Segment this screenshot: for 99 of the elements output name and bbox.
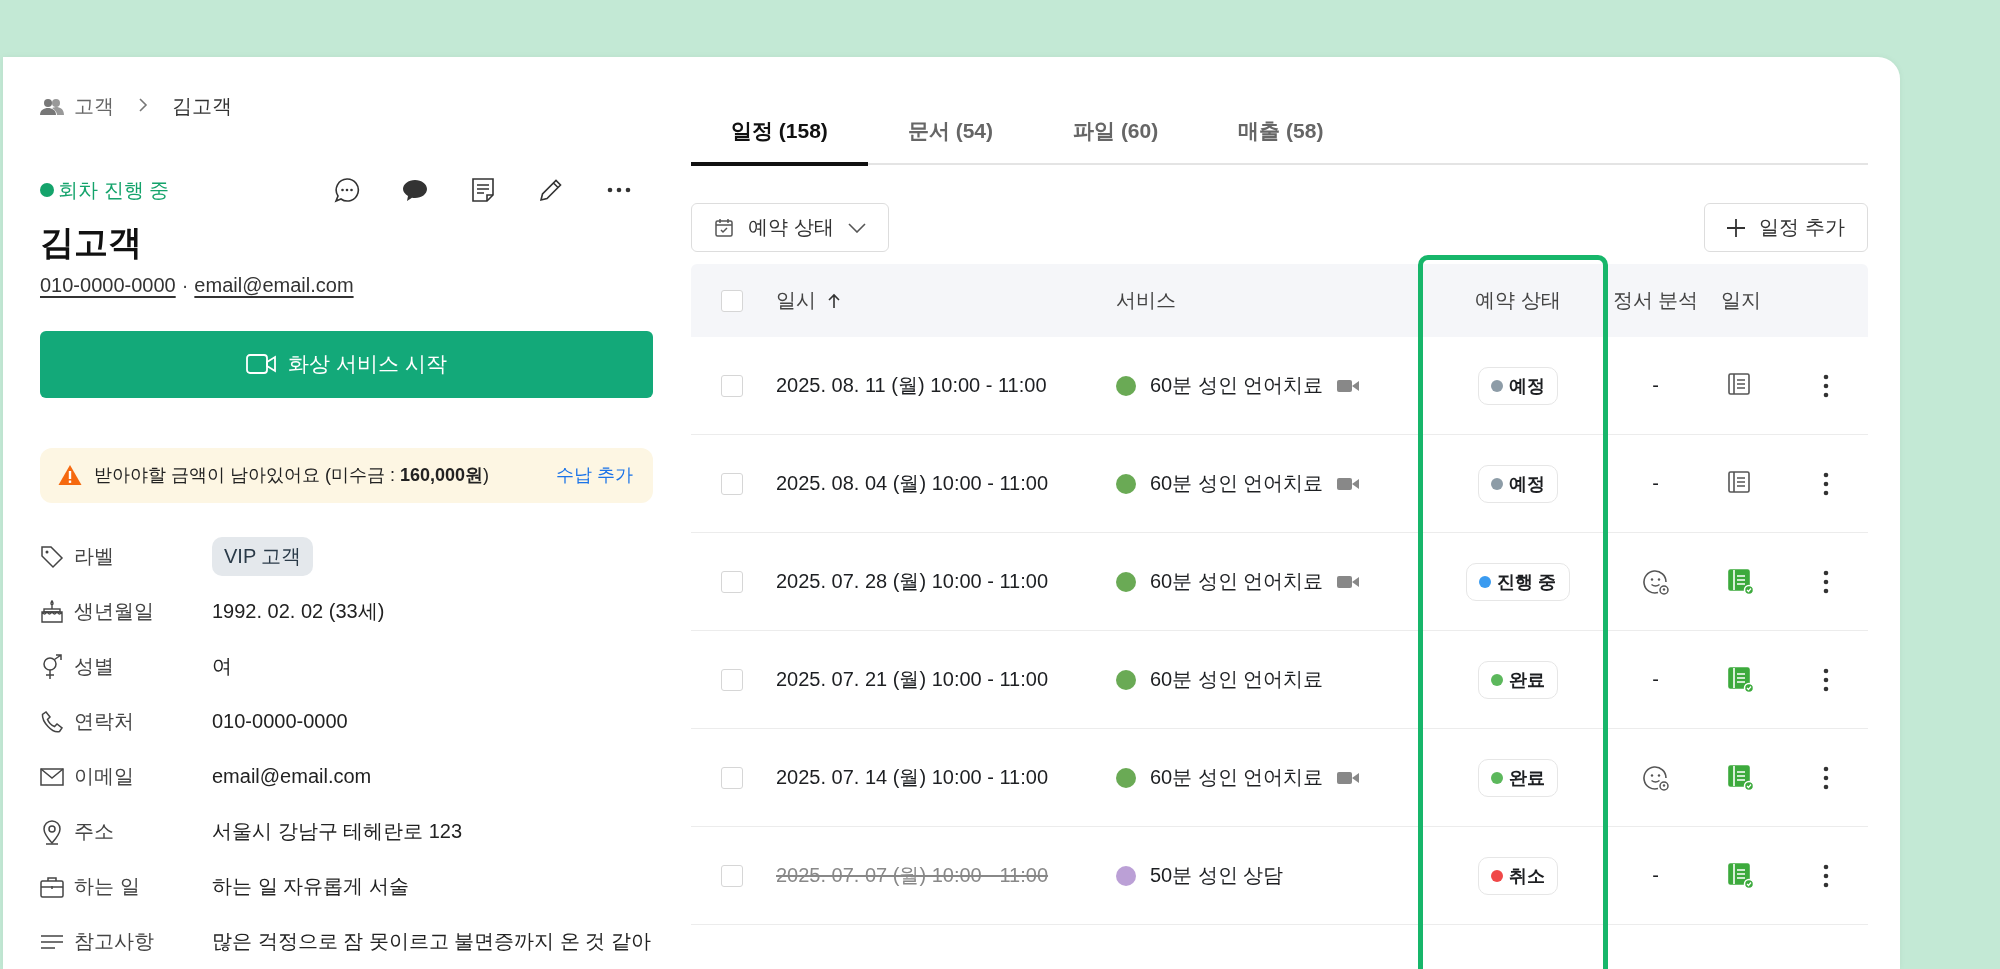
session-status: 회차 진행 중	[58, 177, 170, 203]
tab[interactable]: 일정 (158)	[691, 100, 868, 166]
status-badge: 완료	[1478, 660, 1558, 699]
select-all-checkbox[interactable]	[721, 289, 743, 312]
plus-icon	[1727, 218, 1746, 237]
service-name: 60분 성인 언어치료	[1150, 373, 1324, 398]
date-time: 2025. 07. 28 (월) 10:00 - 11:00	[775, 569, 1049, 594]
date-time: 2025. 08. 11 (월) 10:00 - 11:00	[775, 373, 1047, 398]
status-dot	[40, 183, 54, 197]
more-vertical-icon[interactable]	[1822, 569, 1829, 594]
row-checkbox[interactable]	[721, 668, 743, 691]
more-icon[interactable]	[607, 187, 631, 193]
alert-message: 받아야할 금액이 남아있어요 (미수금 : 160,000원)	[94, 464, 491, 488]
service-name: 60분 성인 언어치료	[1150, 569, 1324, 594]
detail-value: 여	[212, 654, 232, 679]
lines-icon	[40, 933, 64, 950]
journal-done-icon[interactable]	[1727, 862, 1754, 889]
tab[interactable]: 매출 (58)	[1198, 100, 1364, 166]
phone-icon	[40, 709, 64, 734]
row-checkbox[interactable]	[721, 570, 743, 593]
detail-label: 주소	[74, 819, 114, 844]
empty-value: -	[1652, 374, 1659, 397]
detail-label: 라벨	[74, 544, 114, 569]
status-badge: 예정	[1478, 366, 1558, 405]
detail-label: 참고사항	[74, 929, 154, 954]
breadcrumb-current: 김고객	[172, 94, 232, 119]
journal-done-icon[interactable]	[1727, 764, 1754, 791]
row-checkbox[interactable]	[721, 374, 743, 397]
location-pin-icon	[40, 818, 64, 845]
customer-name: 김고객	[40, 222, 143, 263]
date-time: 2025. 08. 04 (월) 10:00 - 11:00	[775, 471, 1049, 496]
tag-icon	[40, 544, 64, 569]
tab[interactable]: 파일 (60)	[1033, 100, 1199, 166]
detail-value: 1992. 02. 02 (33세)	[212, 599, 385, 624]
date-time: 2025. 07. 14 (월) 10:00 - 11:00	[775, 765, 1049, 790]
detail-label: 하는 일	[74, 874, 140, 899]
mail-icon	[40, 766, 64, 787]
add-payment-link[interactable]: 수납 추가	[556, 463, 633, 488]
journal-done-icon[interactable]	[1727, 568, 1754, 595]
column-header: 일지	[1720, 288, 1761, 313]
empty-value: -	[1652, 472, 1659, 495]
detail-value: 서울시 강남구 테헤란로 123	[212, 819, 463, 844]
video-camera-icon	[246, 354, 277, 375]
more-vertical-icon[interactable]	[1822, 765, 1829, 790]
message-icon[interactable]	[334, 177, 360, 203]
chat-icon[interactable]	[402, 178, 428, 202]
emotion-face-icon[interactable]	[1641, 567, 1670, 596]
detail-label: 성별	[74, 654, 114, 679]
more-vertical-icon[interactable]	[1822, 373, 1829, 398]
column-header: 정서 분석	[1612, 288, 1699, 313]
emotion-face-icon[interactable]	[1641, 763, 1670, 792]
service-name: 60분 성인 언어치료	[1150, 471, 1324, 496]
calendar-icon	[714, 217, 734, 238]
status-filter-dropdown[interactable]: 예약 상태	[691, 203, 889, 252]
row-checkbox[interactable]	[721, 864, 743, 887]
breadcrumb-link[interactable]: 고객	[74, 93, 114, 120]
service-name: 60분 성인 언어치료	[1150, 667, 1324, 692]
memo-icon[interactable]	[471, 177, 495, 203]
detail-label: 이메일	[74, 764, 134, 789]
more-vertical-icon[interactable]	[1822, 471, 1829, 496]
status-badge: 진행 중	[1466, 562, 1570, 601]
detail-value: 하는 일 자유롭게 서술	[212, 874, 409, 899]
column-header: 예약 상태	[1475, 288, 1561, 313]
detail-label: 연락처	[74, 709, 134, 734]
empty-value: -	[1652, 864, 1659, 887]
row-checkbox[interactable]	[721, 472, 743, 495]
date-time: 2025. 07. 07 (월) 10:00 - 11:00	[775, 863, 1049, 888]
column-header: 서비스	[1116, 288, 1176, 313]
label-tag: VIP 고객	[212, 537, 314, 576]
detail-value: 많은 걱정으로 잠 못이르고 불면증까지 온 것 같아	[212, 929, 651, 954]
edit-icon[interactable]	[538, 177, 564, 203]
detail-value: email@email.com	[212, 765, 372, 788]
briefcase-icon	[40, 875, 64, 898]
more-vertical-icon[interactable]	[1822, 667, 1829, 692]
column-header[interactable]: 일시	[776, 287, 816, 314]
status-badge: 취소	[1478, 856, 1558, 895]
chevron-down-icon	[847, 222, 866, 233]
service-name: 50분 성인 상담	[1150, 863, 1284, 888]
phone-link[interactable]: 010-0000-0000	[40, 274, 176, 297]
date-time: 2025. 07. 21 (월) 10:00 - 11:00	[775, 667, 1049, 692]
detail-value: 010-0000-0000	[212, 710, 348, 733]
add-schedule-button[interactable]: 일정 추가	[1704, 203, 1868, 252]
people-icon	[40, 97, 64, 116]
detail-label: 생년월일	[74, 599, 154, 624]
row-checkbox[interactable]	[721, 766, 743, 789]
status-badge: 완료	[1478, 758, 1558, 797]
sort-arrow-icon[interactable]	[828, 292, 840, 309]
gender-icon	[40, 653, 64, 680]
journal-done-icon[interactable]	[1727, 666, 1754, 693]
email-link[interactable]: email@email.com	[194, 274, 354, 297]
empty-value: -	[1652, 668, 1659, 691]
tab[interactable]: 문서 (54)	[867, 100, 1034, 166]
warning-icon	[58, 464, 82, 487]
status-badge: 예정	[1478, 464, 1558, 503]
service-name: 60분 성인 언어치료	[1150, 765, 1324, 790]
separator-dot: ·	[181, 274, 189, 297]
more-vertical-icon[interactable]	[1822, 863, 1829, 888]
chevron-right-icon	[138, 97, 148, 113]
cake-icon	[40, 599, 64, 624]
